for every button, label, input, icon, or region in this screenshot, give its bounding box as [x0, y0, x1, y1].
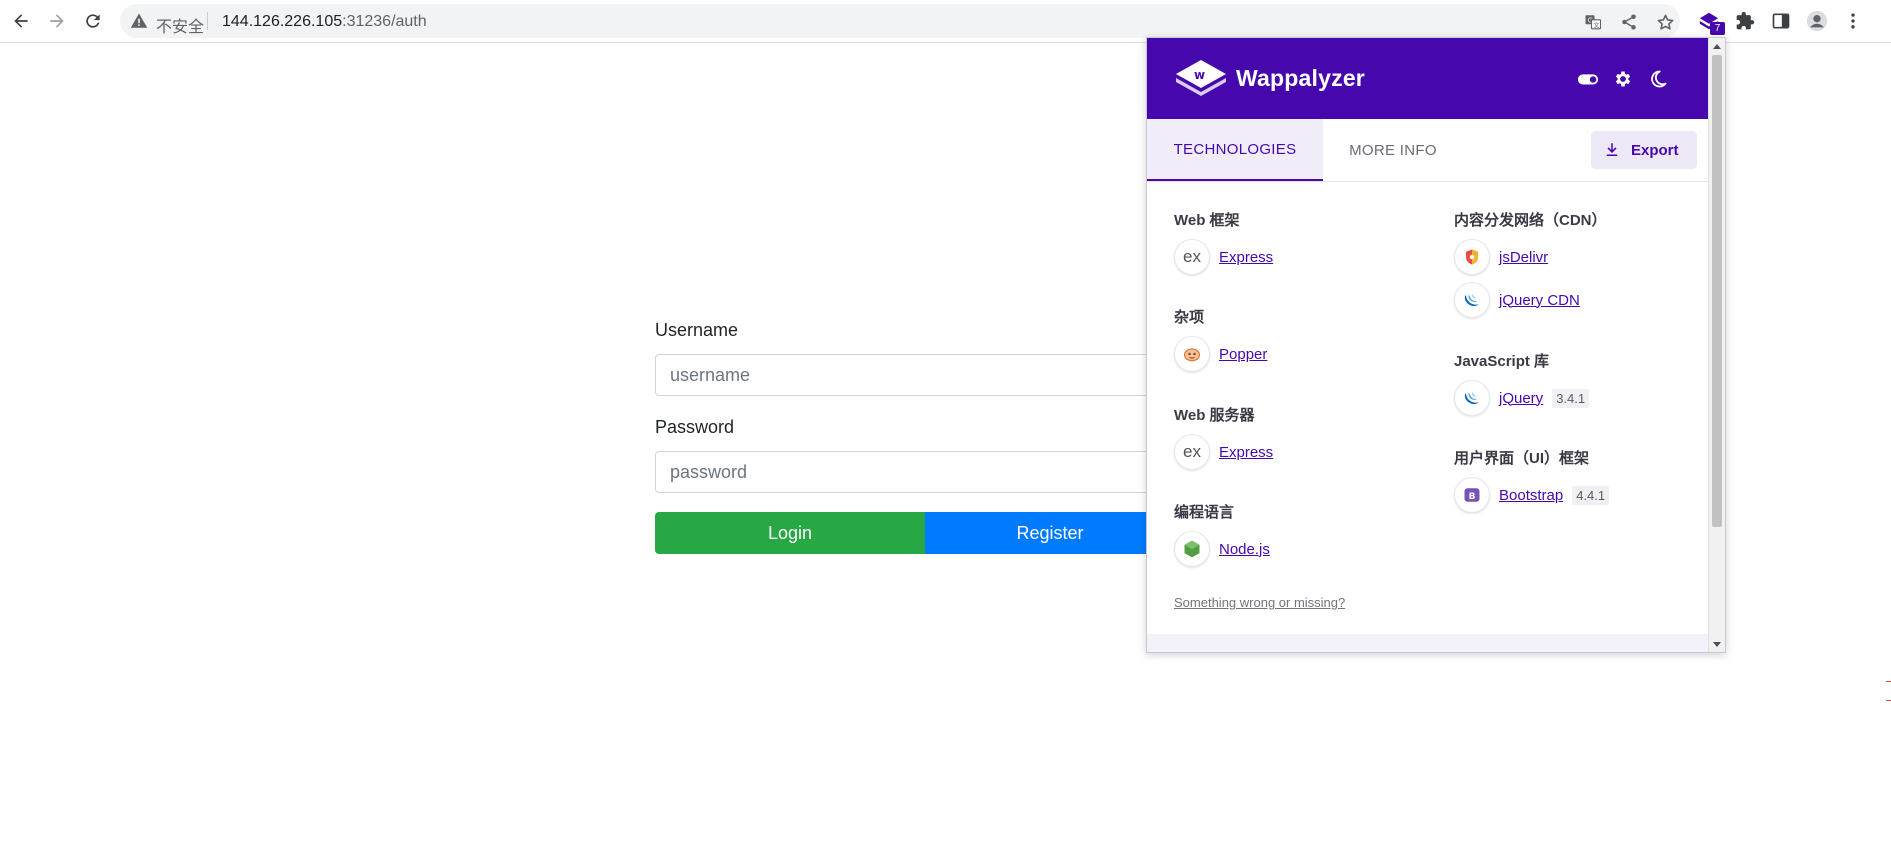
username-placeholder: username [670, 365, 751, 385]
tech-link[interactable]: jQuery [1499, 390, 1543, 407]
forward-icon[interactable] [44, 8, 70, 34]
feedback-link[interactable]: Something wrong or missing? [1174, 595, 1345, 610]
dark-mode-icon[interactable] [1647, 68, 1669, 90]
category-web-server: Web 服务器 [1174, 407, 1255, 424]
tech-item[interactable]: Popper [1174, 335, 1267, 373]
export-label: Export [1631, 141, 1679, 159]
password-input[interactable]: password [655, 451, 1175, 493]
popper-icon [1174, 336, 1210, 372]
tech-version: 4.4.1 [1572, 485, 1610, 505]
tech-item[interactable]: B Bootstrap 4.4.1 [1454, 476, 1610, 514]
jsdelivr-icon [1454, 239, 1490, 275]
tech-version: 3.4.1 [1552, 388, 1590, 408]
puzzle-icon[interactable] [1732, 8, 1758, 34]
wappalyzer-logo-icon: w [1174, 57, 1228, 99]
tech-item[interactable]: ex Express [1174, 238, 1273, 276]
tech-link[interactable]: Express [1219, 249, 1273, 266]
category-misc: 杂项 [1174, 309, 1205, 326]
svg-text:B: B [1469, 492, 1476, 502]
popup-scrollbar[interactable] [1708, 38, 1725, 652]
category-javascript-library: JavaScript 库 [1454, 353, 1550, 370]
wappalyzer-extension-icon[interactable]: 7 [1696, 8, 1725, 35]
profile-icon[interactable] [1804, 8, 1830, 34]
popup-footer [1147, 634, 1708, 652]
kebab-menu-icon[interactable] [1840, 8, 1866, 34]
star-icon[interactable] [1655, 12, 1675, 32]
share-icon[interactable] [1619, 12, 1639, 32]
url-host: 144.126.226.105 [222, 13, 343, 30]
address-separator [207, 12, 208, 30]
wappalyzer-header: w Wappalyzer [1147, 38, 1708, 119]
username-label: Username [655, 320, 739, 340]
tech-item[interactable]: ex Express [1174, 433, 1273, 471]
download-icon [1606, 143, 1618, 156]
category-web-framework: Web 框架 [1174, 212, 1240, 229]
tech-item[interactable]: jQuery 3.4.1 [1454, 379, 1590, 417]
tech-link[interactable]: Express [1219, 444, 1273, 461]
wappalyzer-tabs: TECHNOLOGIES MORE INFO Export [1147, 119, 1708, 182]
export-button[interactable]: Export [1591, 131, 1697, 169]
svg-text:w: w [1194, 68, 1205, 82]
side-panel-icon[interactable] [1768, 8, 1794, 34]
extension-badge: 7 [1710, 22, 1725, 35]
url-path: :31236/auth [342, 13, 427, 30]
nodejs-icon [1174, 531, 1210, 567]
warning-icon[interactable] [130, 12, 148, 30]
wappalyzer-popup: w Wappalyzer TECHNOLOGIES MORE INFO Expo… [1146, 37, 1726, 653]
toggle-icon[interactable] [1577, 68, 1599, 90]
translate-icon[interactable]: G文 [1583, 12, 1603, 32]
password-label: Password [655, 417, 735, 437]
tab-more-info[interactable]: MORE INFO [1323, 119, 1463, 181]
tech-link[interactable]: Bootstrap [1499, 487, 1563, 504]
category-programming-language: 编程语言 [1174, 504, 1235, 521]
wappalyzer-title: Wappalyzer [1236, 65, 1365, 91]
category-cdn: 内容分发网络（CDN） [1454, 212, 1607, 229]
tech-item[interactable]: jQuery CDN [1454, 281, 1580, 319]
category-ui-framework: 用户界面（UI）框架 [1454, 450, 1590, 467]
jquery-icon [1454, 282, 1490, 318]
address-bar[interactable]: 不安全 144.126.226.105:31236/auth G文 [120, 4, 1680, 38]
tech-link[interactable]: jsDelivr [1499, 249, 1548, 266]
tech-link[interactable]: jQuery CDN [1499, 292, 1580, 309]
settings-icon[interactable] [1612, 68, 1634, 90]
scroll-down-icon[interactable] [1713, 642, 1721, 647]
scrollbar-thumb[interactable] [1712, 55, 1722, 527]
scroll-up-icon[interactable] [1713, 44, 1721, 49]
tech-link[interactable]: Popper [1219, 346, 1267, 363]
register-button[interactable]: Register [925, 512, 1175, 554]
jquery-icon [1454, 380, 1490, 416]
back-icon[interactable] [8, 8, 34, 34]
url-text[interactable]: 144.126.226.105:31236/auth [222, 13, 427, 31]
edge-marker [1886, 681, 1891, 682]
tech-item[interactable]: Node.js [1174, 530, 1270, 568]
tab-technologies[interactable]: TECHNOLOGIES [1147, 119, 1323, 181]
login-button[interactable]: Login [655, 512, 925, 554]
security-label[interactable]: 不安全 [156, 13, 204, 37]
tech-link[interactable]: Node.js [1219, 541, 1270, 558]
password-placeholder: password [670, 462, 748, 482]
express-icon: ex [1174, 239, 1210, 275]
username-input[interactable]: username [655, 354, 1175, 396]
express-icon: ex [1174, 434, 1210, 470]
edge-marker [1886, 700, 1891, 701]
tech-item[interactable]: jsDelivr [1454, 238, 1548, 276]
bootstrap-icon: B [1454, 477, 1490, 513]
svg-text:文: 文 [1593, 21, 1599, 29]
reload-icon[interactable] [80, 8, 106, 34]
